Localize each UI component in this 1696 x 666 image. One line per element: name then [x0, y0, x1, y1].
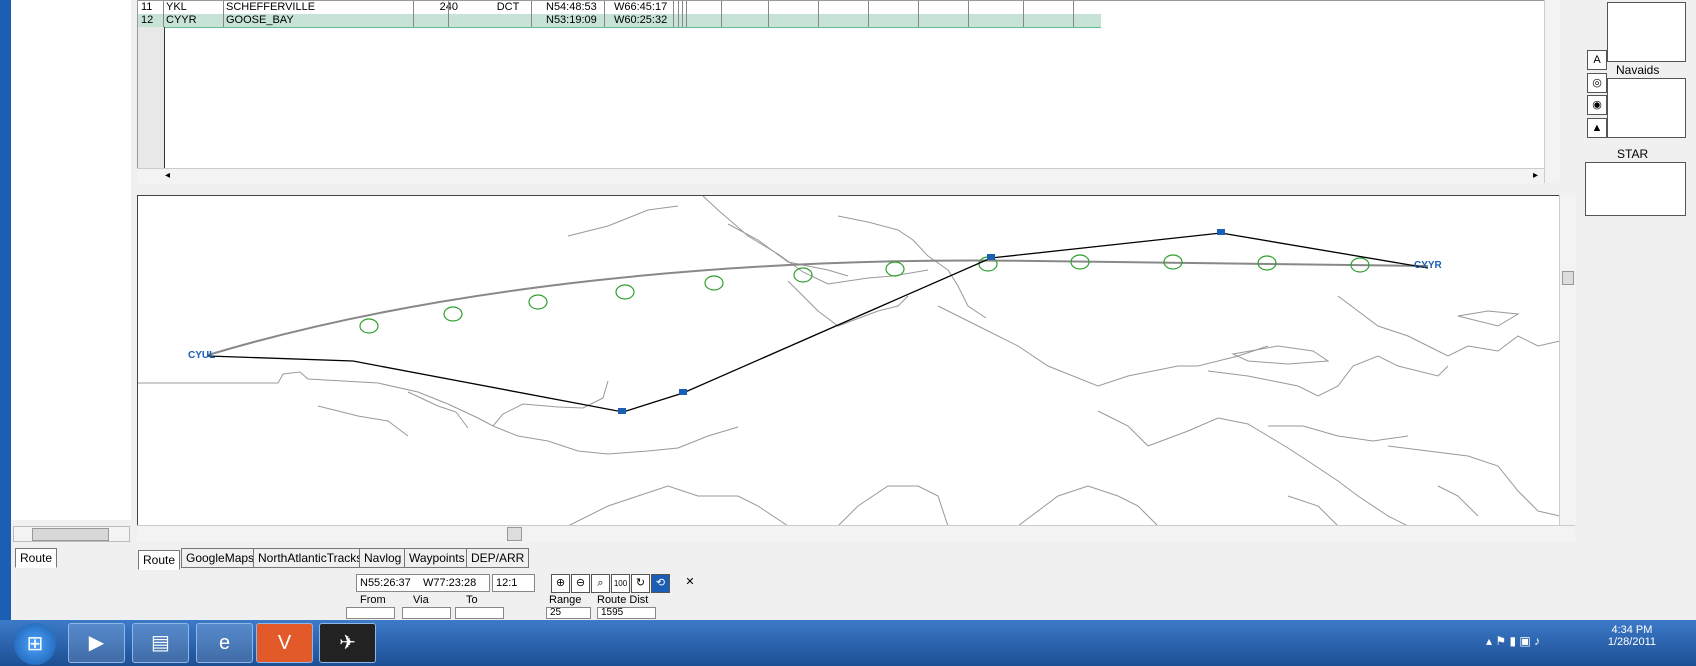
star-label: STAR: [1617, 147, 1649, 161]
range-input[interactable]: 25: [546, 607, 591, 619]
dest-label: CYYR: [1414, 260, 1443, 271]
route-table: 11 YKL SCHEFFERVILLE 240 DCT N54:48:53 W…: [137, 0, 1546, 174]
scroll-right-icon[interactable]: ▸: [1533, 170, 1538, 181]
via-input[interactable]: [402, 607, 451, 619]
left-hscroll[interactable]: [13, 526, 130, 542]
route-dist-field: 1595: [597, 607, 656, 619]
triangle-icon[interactable]: ▲: [1587, 118, 1607, 138]
flight-planner-icon[interactable]: ✈: [319, 623, 376, 663]
flight-route: [207, 232, 1429, 413]
row-lat: N53:19:09: [546, 14, 597, 26]
tab-navlog[interactable]: Navlog: [359, 548, 407, 568]
row-name: SCHEFFERVILLE: [226, 1, 316, 13]
table-row-selected[interactable]: 12 CYYR GOOSE_BAY N53:19:09 W60:25:32: [138, 14, 1101, 28]
navaids-label: Navaids: [1616, 63, 1660, 77]
media-player-icon[interactable]: ▶: [68, 623, 125, 663]
cursor-lon: W77:23:28: [420, 574, 490, 592]
scroll-left-icon[interactable]: ◂: [165, 170, 170, 181]
zoom-level: 12:1: [492, 574, 535, 592]
tab-route[interactable]: Route: [138, 550, 181, 570]
letter-a-icon[interactable]: A: [1587, 50, 1607, 70]
row-header-column: [138, 27, 165, 170]
clear-icon[interactable]: ✕: [678, 574, 702, 591]
tab-waypoints[interactable]: Waypoints: [404, 548, 470, 568]
route-dist-label: Route Dist: [597, 594, 649, 606]
clock-date: 1/28/2011: [1607, 636, 1656, 648]
map-vscroll-thumb[interactable]: [1562, 271, 1574, 285]
ndb-icon[interactable]: ◉: [1587, 95, 1607, 115]
table-vscroll[interactable]: [1544, 0, 1560, 183]
file-explorer-icon[interactable]: ▤: [132, 623, 189, 663]
tab-googlemaps[interactable]: GoogleMaps: [181, 548, 260, 568]
row-num: 12: [141, 14, 154, 26]
row-ident: CYYR: [166, 14, 197, 26]
from-label: From: [360, 594, 386, 606]
navaids-list[interactable]: [1607, 78, 1686, 138]
compass-icon[interactable]: ◎: [1587, 73, 1607, 93]
sid-list[interactable]: [1607, 2, 1686, 62]
from-input[interactable]: [346, 607, 395, 619]
row-ident: YKL: [166, 1, 187, 13]
taskbar: ⊞ ▶ ▤ e V ✈ ▴ ⚑ ▮ ▣ ♪ 4:34 PM 1/28/2011: [0, 620, 1696, 666]
tab-northatlantictracks[interactable]: NorthAtlanticTracks: [253, 548, 368, 568]
via-label: Via: [413, 594, 429, 606]
clock-time: 4:34 PM: [1611, 624, 1653, 636]
to-input[interactable]: [455, 607, 504, 619]
row-num: 11: [141, 1, 153, 13]
star-list[interactable]: [1585, 162, 1686, 216]
map-hscroll[interactable]: [137, 525, 1575, 542]
map-vscroll[interactable]: [1559, 195, 1576, 525]
waypoint-markers: [618, 229, 1225, 414]
zoom-fit-icon[interactable]: ⌕: [591, 574, 610, 593]
tray-icons[interactable]: ▴ ⚑ ▮ ▣ ♪: [1486, 634, 1540, 648]
table-row[interactable]: 11 YKL SCHEFFERVILLE 240 DCT N54:48:53 W…: [138, 1, 1101, 14]
start-button[interactable]: ⊞: [14, 623, 56, 665]
zoom-out-icon[interactable]: ⊖: [571, 574, 590, 593]
great-circle-path: [207, 259, 1429, 356]
range-label: Range: [549, 594, 582, 606]
refresh-icon[interactable]: ↻: [631, 574, 650, 593]
zoom-in-icon[interactable]: ⊕: [551, 574, 570, 593]
map-canvas[interactable]: CYUL CYYR: [138, 196, 1560, 526]
internet-explorer-icon[interactable]: e: [196, 623, 253, 663]
zoom-100-icon[interactable]: 100: [611, 574, 630, 593]
tab-left-route[interactable]: Route: [15, 548, 58, 568]
app-v-icon[interactable]: V: [256, 623, 313, 663]
window-edge: [0, 0, 11, 620]
to-label: To: [466, 594, 478, 606]
sync-icon[interactable]: ⟲: [651, 574, 670, 593]
origin-label: CYUL: [188, 350, 215, 361]
tab-dep-arr[interactable]: DEP/ARR: [466, 548, 530, 568]
route-map[interactable]: CYUL CYYR: [137, 195, 1561, 527]
gc-markers: [359, 254, 1370, 334]
table-hscroll[interactable]: ◂ ▸: [137, 168, 1544, 184]
map-hscroll-thumb[interactable]: [507, 527, 522, 541]
left-hscroll-thumb[interactable]: [32, 528, 109, 541]
row-via: DCT: [496, 1, 520, 13]
left-panel: [11, 0, 131, 520]
row-name: GOOSE_BAY: [226, 14, 294, 26]
clock[interactable]: 4:34 PM 1/28/2011: [1608, 624, 1656, 648]
row-freq: 240: [418, 1, 458, 14]
row-lat: N54:48:53: [546, 1, 597, 13]
